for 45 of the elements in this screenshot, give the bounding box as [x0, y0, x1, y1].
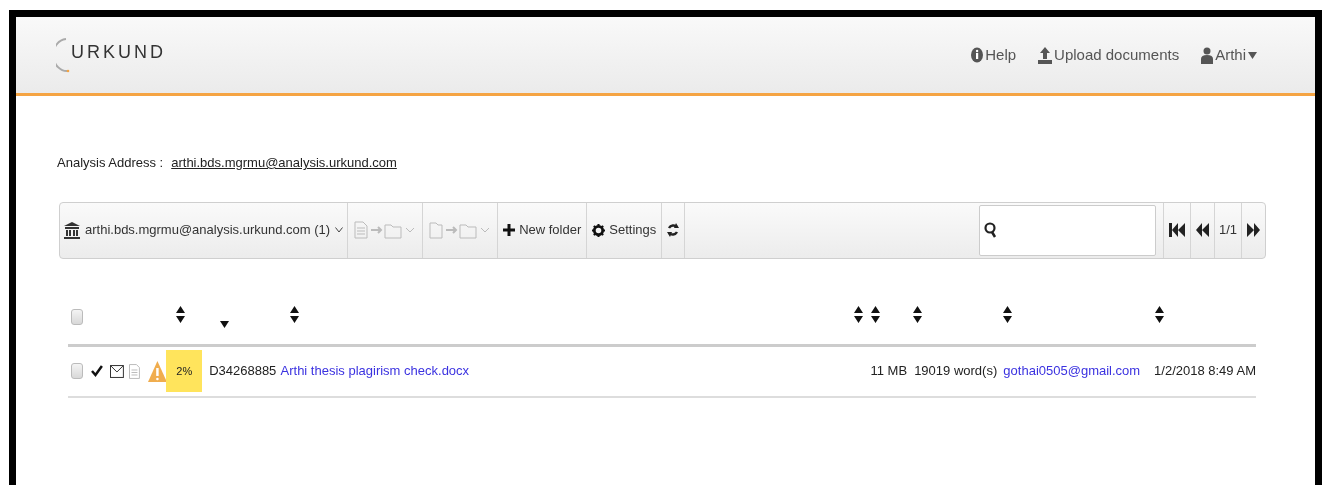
- upload-link[interactable]: Upload documents: [1038, 43, 1180, 67]
- word-count: 19019 word(s): [914, 362, 999, 381]
- inbox-dropdown[interactable]: arthi.bds.mgrmu@analysis.urkund.com (1): [60, 202, 349, 258]
- search-icon: [983, 222, 997, 238]
- document-icon: [128, 363, 140, 379]
- sort-icon[interactable]: [1003, 305, 1012, 324]
- analysis-address-label: Analysis Address :: [57, 154, 164, 172]
- info-icon: [971, 47, 984, 63]
- logo-text: URKUND: [71, 41, 166, 64]
- sort-icon[interactable]: [176, 305, 185, 324]
- sort-icon[interactable]: [913, 305, 922, 324]
- sort-icon[interactable]: [290, 305, 299, 324]
- similarity-score: 2%: [166, 350, 203, 392]
- warning-icon: [147, 360, 167, 382]
- bank-icon: [64, 221, 80, 239]
- submission-date: 1/2/2018 8:49 AM: [1154, 362, 1256, 381]
- file-size: 11 MB: [869, 362, 908, 381]
- analysis-address-link[interactable]: arthi.bds.mgrmu@analysis.urkund.com: [171, 153, 397, 173]
- chevron-down-icon: [335, 227, 344, 233]
- settings-button[interactable]: Settings: [587, 202, 663, 258]
- page-indicator: 1/1: [1214, 202, 1242, 258]
- search-field[interactable]: [978, 204, 1156, 256]
- checkbox[interactable]: [71, 363, 83, 379]
- first-page-icon: [1168, 223, 1185, 237]
- checkbox[interactable]: [71, 308, 83, 325]
- checkmark-icon: [90, 365, 103, 377]
- user-menu[interactable]: Arthi: [1201, 43, 1257, 67]
- document-link[interactable]: Arthi thesis plagirism check.docx: [280, 361, 828, 381]
- sender-email-link[interactable]: gothai0505@gmail.com: [1003, 361, 1155, 381]
- sort-icon[interactable]: [1155, 305, 1164, 324]
- sort-icon[interactable]: [871, 305, 880, 324]
- settings-icon: [592, 223, 606, 237]
- new-folder-button[interactable]: New folder: [498, 202, 588, 258]
- next-page-icon: [1247, 223, 1260, 237]
- caret-icon: [1248, 51, 1257, 59]
- envelope-icon: [109, 364, 124, 378]
- help-link[interactable]: Help: [971, 43, 1017, 67]
- document-id: D34268885: [209, 362, 278, 381]
- user-icon: [1201, 46, 1214, 64]
- logo-icon: [56, 37, 70, 73]
- plus-icon: [503, 224, 516, 236]
- refresh-icon: [667, 222, 680, 238]
- upload-icon: [1038, 46, 1053, 64]
- previous-page-icon: [1195, 223, 1209, 237]
- sort-icon[interactable]: [854, 305, 863, 324]
